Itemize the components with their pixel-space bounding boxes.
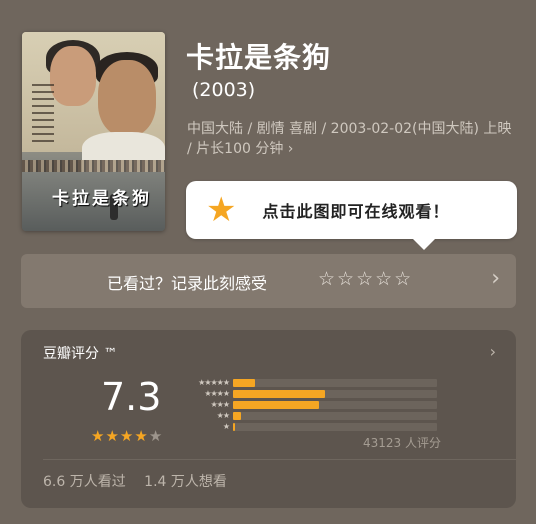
star-half-icon: ★ xyxy=(134,427,149,445)
distribution-bar-fill xyxy=(233,400,319,409)
movie-title: 卡拉是条狗 xyxy=(186,41,332,74)
distribution-bar-track xyxy=(233,378,437,387)
distribution-stars-label: ★★★★★ xyxy=(198,378,230,387)
star-empty-icon: ★ xyxy=(148,427,164,445)
watch-online-tooltip[interactable]: ★ 点击此图即可在线观看！ xyxy=(186,181,517,250)
chevron-right-icon: › xyxy=(287,141,294,157)
rate-stars-input[interactable]: ☆☆☆☆☆ xyxy=(318,268,413,290)
poster-credits xyxy=(32,84,54,144)
movie-poster[interactable]: 卡拉是条狗 xyxy=(22,32,165,231)
chevron-right-icon: › xyxy=(491,266,500,291)
rating-distribution-row: ★★★ xyxy=(181,399,451,410)
distribution-bar-track xyxy=(233,389,437,398)
rating-score: 7.3 xyxy=(101,375,162,419)
distribution-bar-fill xyxy=(233,378,256,387)
movie-meta[interactable]: 中国大陆 / 剧情 喜剧 / 2003-02-02(中国大陆) 上映 / 片长1… xyxy=(187,119,512,159)
rating-distribution-row: ★ xyxy=(181,421,451,432)
rating-count: 43123 人评分 xyxy=(363,436,441,450)
douban-rating-card[interactable]: 豆瓣评分 ™ › 7.3 ★★★★★ ★★★★★ ★★★★ ★★★ ★★ ★ 43123… xyxy=(21,330,516,508)
record-feeling-bar[interactable]: 已看过？记录此刻感受 ☆☆☆☆☆ › xyxy=(21,254,516,308)
rating-distribution-row: ★★ xyxy=(181,410,451,421)
distribution-bar-track xyxy=(233,400,437,409)
distribution-stars-label: ★ xyxy=(222,422,230,431)
poster-figure-man xyxy=(98,60,156,136)
distribution-bar-fill xyxy=(233,422,236,431)
rating-distribution: ★★★★★ ★★★★ ★★★ ★★ ★ xyxy=(181,377,451,432)
distribution-stars-label: ★★★ xyxy=(210,400,230,409)
star-icon: ★ xyxy=(91,427,106,445)
rating-distribution-row: ★★★★ xyxy=(181,388,451,399)
watch-online-label: 点击此图即可在线观看！ xyxy=(262,202,450,221)
poster-figure-woman xyxy=(50,46,96,106)
record-feeling-label: 已看过？记录此刻感受 xyxy=(107,274,268,293)
distribution-bar-fill xyxy=(233,411,242,420)
want-count: 1.4 万人想看 xyxy=(144,474,227,490)
star-icon: ★ xyxy=(206,190,237,230)
movie-year: (2003) xyxy=(192,79,256,101)
rating-title: 豆瓣评分 ™ xyxy=(43,346,118,362)
watch-stats: 6.6 万人看过 1.4 万人想看 xyxy=(43,471,227,491)
distribution-bar-track xyxy=(233,422,437,431)
rating-distribution-row: ★★★★★ xyxy=(181,377,451,388)
distribution-stars-label: ★★ xyxy=(216,411,230,420)
distribution-bar-track xyxy=(233,411,437,420)
distribution-stars-label: ★★★★ xyxy=(204,389,230,398)
poster-title: 卡拉是条狗 xyxy=(52,189,152,209)
rating-stars: ★★★★★ xyxy=(91,427,163,445)
divider xyxy=(43,459,516,460)
chevron-right-icon: › xyxy=(489,342,496,361)
star-icon: ★ xyxy=(105,427,120,445)
distribution-bar-fill xyxy=(233,389,325,398)
star-icon: ★ xyxy=(119,427,135,445)
movie-meta-text: 中国大陆 / 剧情 喜剧 / 2003-02-02(中国大陆) 上映 / 片长1… xyxy=(187,121,512,157)
watched-count: 6.6 万人看过 xyxy=(43,474,126,490)
